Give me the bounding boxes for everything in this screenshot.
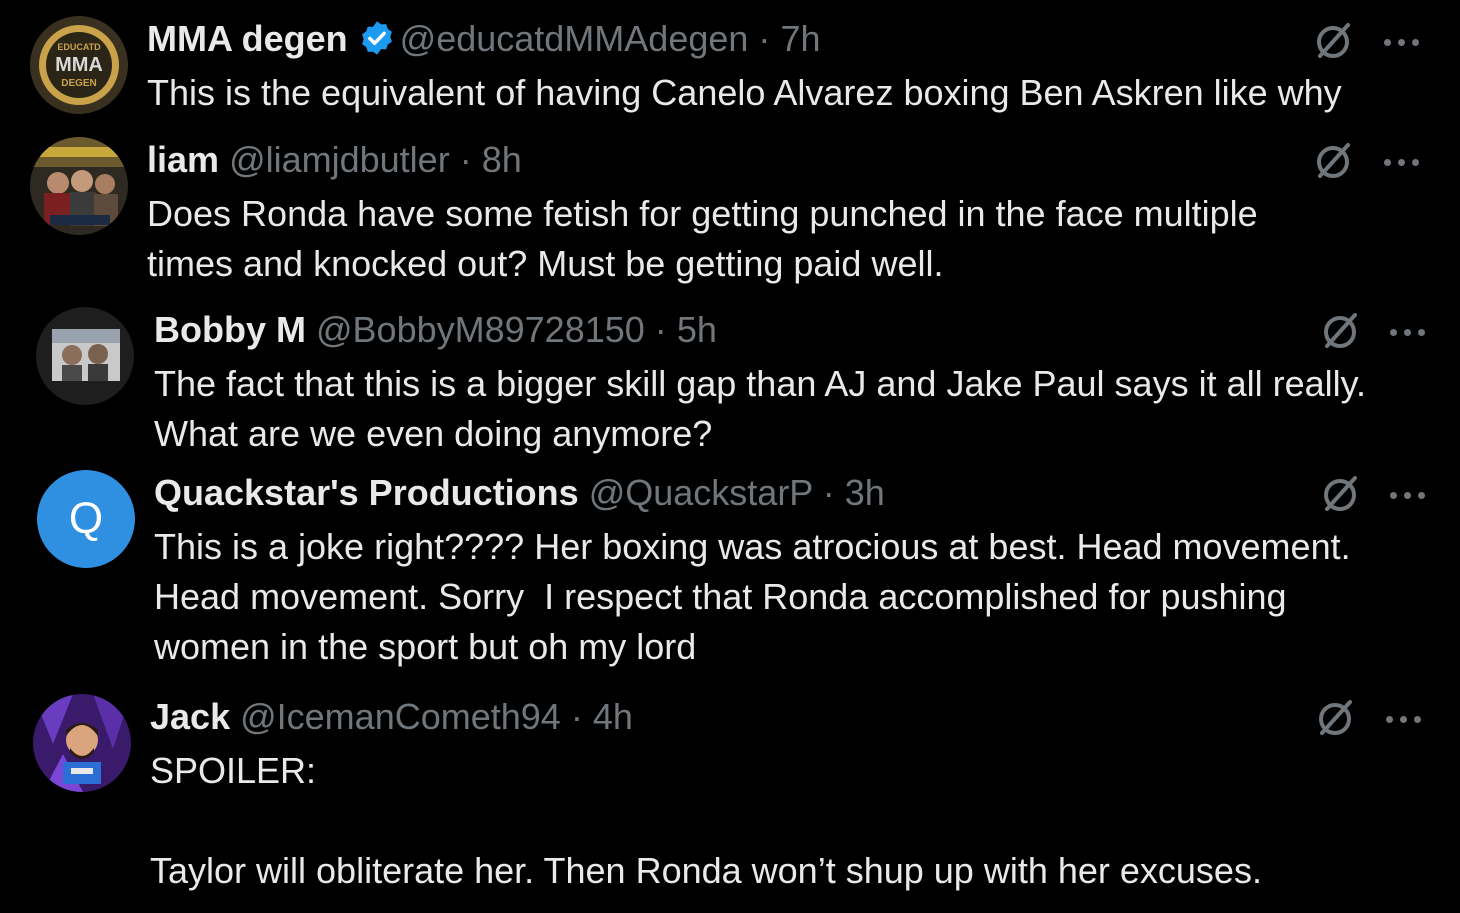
grok-icon[interactable]	[1319, 473, 1361, 515]
display-name[interactable]: Bobby M	[154, 309, 306, 350]
avatar[interactable]	[36, 307, 134, 405]
timestamp[interactable]: 8h	[482, 139, 522, 180]
avatar-photo	[36, 307, 134, 405]
grok-icon[interactable]	[1319, 310, 1361, 352]
avatar[interactable]: EDUCATD MMA DEGEN	[30, 16, 128, 114]
user-handle[interactable]: @liamjdbutler	[229, 139, 450, 180]
tweet-text: Does Ronda have some fetish for getting …	[147, 193, 1258, 284]
tweet-text: This is a joke right???? Her boxing was …	[154, 526, 1351, 667]
tweet-header: MMA degen @educatdMMAdegen · 7h	[147, 19, 820, 59]
verified-badge-icon	[361, 21, 392, 55]
display-name[interactable]: Quackstar's Productions	[154, 472, 579, 513]
display-name[interactable]: MMA degen	[147, 18, 348, 59]
mma-degen-logo: EDUCATD MMA DEGEN	[30, 16, 128, 114]
separator-dot: ·	[459, 139, 472, 180]
more-options-icon[interactable]	[1384, 36, 1426, 48]
avatar[interactable]	[30, 137, 128, 235]
avatar[interactable]: Q	[37, 470, 135, 568]
tweet-header: Quackstar's Productions @QuackstarP · 3h	[154, 473, 885, 513]
timestamp[interactable]: 7h	[780, 18, 820, 59]
avatar-photo	[30, 137, 128, 235]
timestamp[interactable]: 3h	[845, 472, 885, 513]
svg-text:DEGEN: DEGEN	[61, 78, 97, 89]
separator-dot: ·	[758, 18, 771, 59]
grok-icon[interactable]	[1312, 140, 1354, 182]
grok-icon[interactable]	[1314, 697, 1356, 739]
avatar-initial: Q	[68, 494, 104, 543]
avatar-illustration	[33, 694, 131, 792]
user-handle[interactable]: @QuackstarP	[589, 472, 813, 513]
tweet-header: Bobby M @BobbyM89728150 · 5h	[154, 310, 717, 350]
separator-dot: ·	[654, 309, 667, 350]
tweet-header: Jack @IcemanCometh94 · 4h	[150, 697, 633, 737]
display-name[interactable]: Jack	[150, 696, 230, 737]
more-options-icon[interactable]	[1390, 326, 1432, 338]
more-options-icon[interactable]	[1386, 713, 1428, 725]
more-options-icon[interactable]	[1390, 489, 1432, 501]
avatar[interactable]	[33, 694, 131, 792]
more-options-icon[interactable]	[1384, 156, 1426, 168]
svg-text:EDUCATD: EDUCATD	[57, 42, 101, 52]
grok-icon[interactable]	[1312, 20, 1354, 62]
separator-dot: ·	[822, 472, 835, 513]
tweet-text: This is the equivalent of having Canelo …	[147, 72, 1342, 113]
tweet-text: SPOILER: Taylor will obliterate her. The…	[150, 750, 1262, 891]
user-handle[interactable]: @educatdMMAdegen	[400, 18, 749, 59]
tweet-header: liam @liamjdbutler · 8h	[147, 140, 522, 180]
user-handle[interactable]: @IcemanCometh94	[240, 696, 561, 737]
separator-dot: ·	[570, 696, 583, 737]
tweet-text: The fact that this is a bigger skill gap…	[154, 363, 1366, 454]
timestamp[interactable]: 5h	[677, 309, 717, 350]
timestamp[interactable]: 4h	[593, 696, 633, 737]
display-name[interactable]: liam	[147, 139, 219, 180]
svg-text:MMA: MMA	[55, 54, 103, 76]
user-handle[interactable]: @BobbyM89728150	[316, 309, 645, 350]
